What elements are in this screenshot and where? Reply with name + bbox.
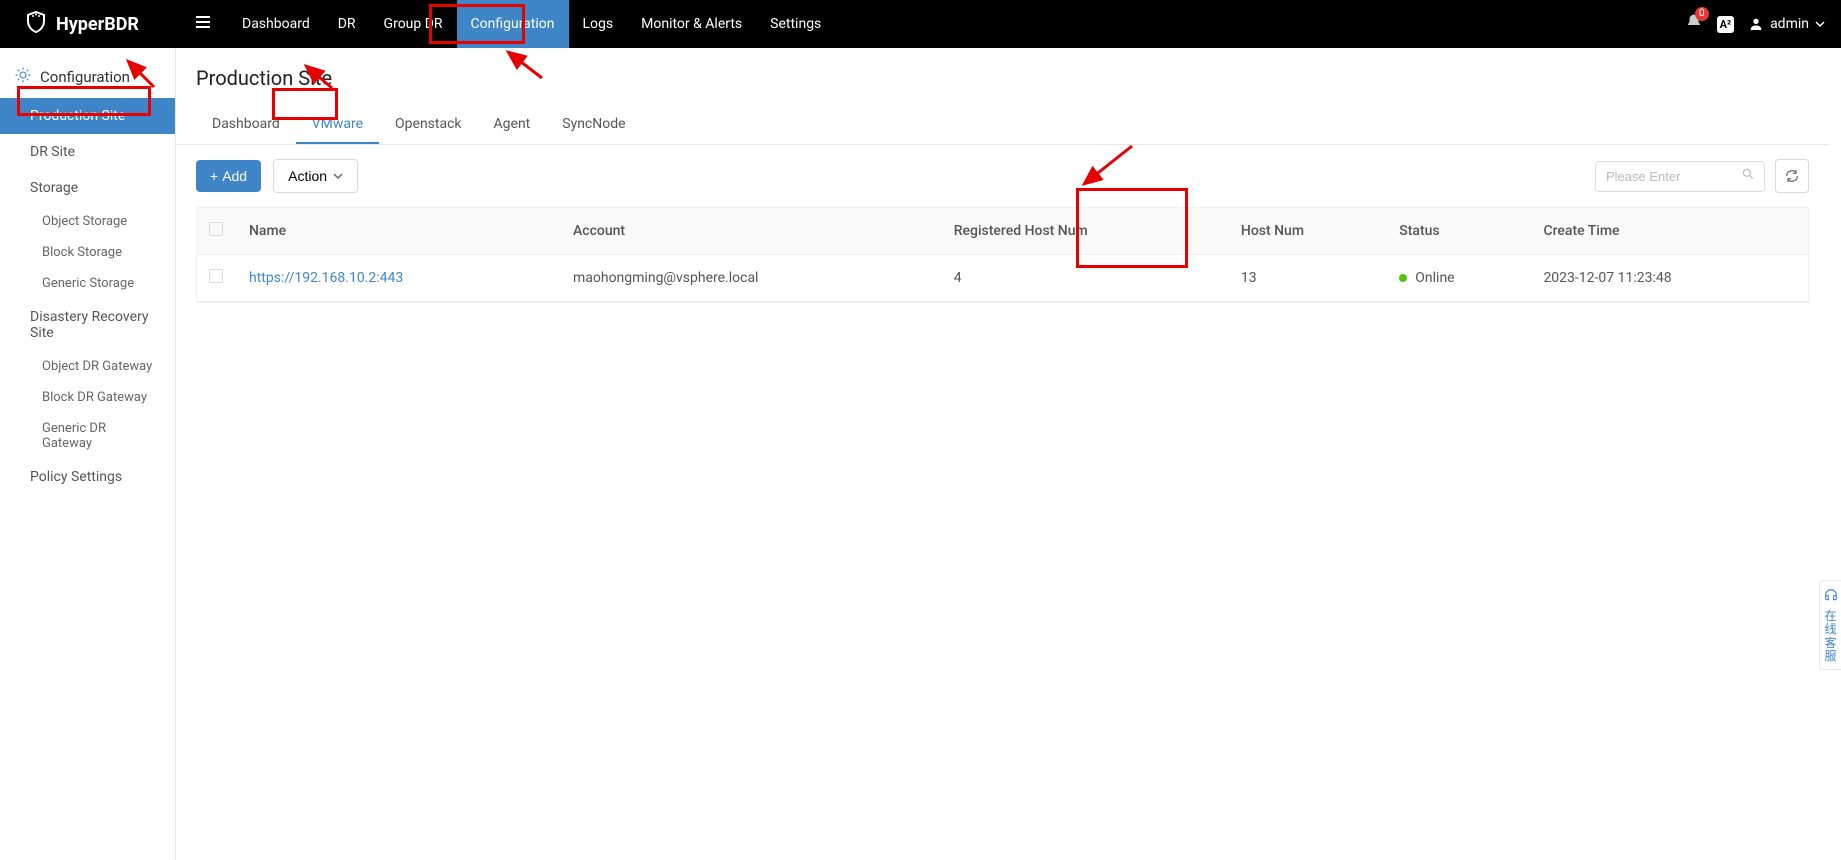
sidebar-block-dr-gateway[interactable]: Block DR Gateway bbox=[0, 382, 175, 413]
user-icon bbox=[1748, 16, 1764, 32]
sidebar-policy-settings[interactable]: Policy Settings bbox=[0, 459, 175, 495]
gear-bug-icon bbox=[14, 66, 32, 88]
sidebar-production-site[interactable]: Production Site bbox=[0, 98, 175, 134]
row-name-link[interactable]: https://192.168.10.2:443 bbox=[249, 270, 403, 286]
brand: HyperBDR bbox=[24, 10, 184, 38]
table-row: https://192.168.10.2:443 maohongming@vsph… bbox=[197, 255, 1808, 302]
user-menu[interactable]: admin bbox=[1748, 16, 1825, 32]
sidebar-heading: Configuration bbox=[0, 56, 175, 98]
nav-item-dr[interactable]: DR bbox=[324, 0, 370, 48]
chevron-down-icon bbox=[1815, 19, 1825, 29]
top-nav: HyperBDR DashboardDRGroup DRConfiguratio… bbox=[0, 0, 1841, 48]
search-box bbox=[1595, 161, 1765, 192]
chevron-down-icon bbox=[333, 171, 343, 181]
nav-item-dashboard[interactable]: Dashboard bbox=[228, 0, 324, 48]
sidebar-disastery-recovery-site[interactable]: Disastery Recovery Site bbox=[0, 299, 175, 351]
nav-item-settings[interactable]: Settings bbox=[756, 0, 835, 48]
sidebar-generic-storage[interactable]: Generic Storage bbox=[0, 268, 175, 299]
headset-icon bbox=[1822, 587, 1839, 606]
sidebar: Configuration Production SiteDR SiteStor… bbox=[0, 48, 176, 860]
action-dropdown[interactable]: Action bbox=[273, 159, 358, 193]
refresh-button[interactable] bbox=[1775, 159, 1809, 193]
sidebar-storage[interactable]: Storage bbox=[0, 170, 175, 206]
column-create-time: Create Time bbox=[1531, 208, 1808, 255]
page-title: Production Site bbox=[176, 48, 1829, 106]
search-icon bbox=[1741, 167, 1755, 185]
support-widget-label: 在线客服 bbox=[1822, 610, 1839, 663]
add-button-label: Add bbox=[222, 168, 247, 184]
support-widget[interactable]: 在线客服 bbox=[1819, 580, 1841, 670]
row-checkbox[interactable] bbox=[209, 269, 223, 283]
nav-item-monitor-alerts[interactable]: Monitor & Alerts bbox=[627, 0, 756, 48]
row-status: Online bbox=[1387, 255, 1531, 302]
language-toggle[interactable]: A² bbox=[1717, 16, 1735, 33]
column-name: Name bbox=[237, 208, 561, 255]
data-table: NameAccountRegistered Host NumHost NumSt… bbox=[196, 207, 1809, 303]
nav-item-group-dr[interactable]: Group DR bbox=[370, 0, 457, 48]
tab-agent[interactable]: Agent bbox=[478, 106, 547, 144]
tab-syncnode[interactable]: SyncNode bbox=[546, 106, 641, 144]
action-label: Action bbox=[288, 168, 327, 184]
brand-name: HyperBDR bbox=[56, 14, 139, 35]
user-name: admin bbox=[1770, 16, 1809, 32]
nav-right: 0 A² admin bbox=[1685, 13, 1825, 35]
menu-toggle-icon[interactable] bbox=[188, 7, 218, 41]
sidebar-object-dr-gateway[interactable]: Object DR Gateway bbox=[0, 351, 175, 382]
column-status: Status bbox=[1387, 208, 1531, 255]
row-account: maohongming@vsphere.local bbox=[561, 255, 942, 302]
shield-icon bbox=[24, 10, 48, 38]
tab-dashboard[interactable]: Dashboard bbox=[196, 106, 296, 144]
sidebar-heading-label: Configuration bbox=[40, 68, 130, 86]
add-button[interactable]: + Add bbox=[196, 160, 261, 192]
tab-openstack[interactable]: Openstack bbox=[379, 106, 478, 144]
toolbar: + Add Action bbox=[176, 145, 1829, 207]
notifications-button[interactable]: 0 bbox=[1685, 13, 1703, 35]
tab-vmware[interactable]: VMware bbox=[296, 106, 379, 144]
nav-items: DashboardDRGroup DRConfigurationLogsMoni… bbox=[228, 0, 835, 48]
column-host-num: Host Num bbox=[1229, 208, 1387, 255]
plus-icon: + bbox=[210, 168, 218, 184]
inner-tabs: DashboardVMwareOpenstackAgentSyncNode bbox=[176, 106, 1829, 145]
sidebar-object-storage[interactable]: Object Storage bbox=[0, 206, 175, 237]
nav-item-configuration[interactable]: Configuration bbox=[457, 0, 569, 48]
sidebar-block-storage[interactable]: Block Storage bbox=[0, 237, 175, 268]
main-content: Production Site DashboardVMwareOpenstack… bbox=[176, 48, 1841, 860]
row-registered: 4 bbox=[942, 255, 1229, 302]
sidebar-dr-site[interactable]: DR Site bbox=[0, 134, 175, 170]
refresh-icon bbox=[1784, 168, 1800, 184]
column-account: Account bbox=[561, 208, 942, 255]
select-all-checkbox[interactable] bbox=[209, 222, 223, 236]
search-input[interactable] bbox=[1595, 161, 1765, 192]
notifications-badge: 0 bbox=[1695, 7, 1709, 21]
column-registered-host-num: Registered Host Num bbox=[942, 208, 1229, 255]
sidebar-generic-dr-gateway[interactable]: Generic DR Gateway bbox=[0, 413, 175, 459]
status-dot-icon bbox=[1399, 274, 1407, 282]
nav-item-logs[interactable]: Logs bbox=[569, 0, 628, 48]
row-hostnum: 13 bbox=[1229, 255, 1387, 302]
row-createtime: 2023-12-07 11:23:48 bbox=[1531, 255, 1808, 302]
